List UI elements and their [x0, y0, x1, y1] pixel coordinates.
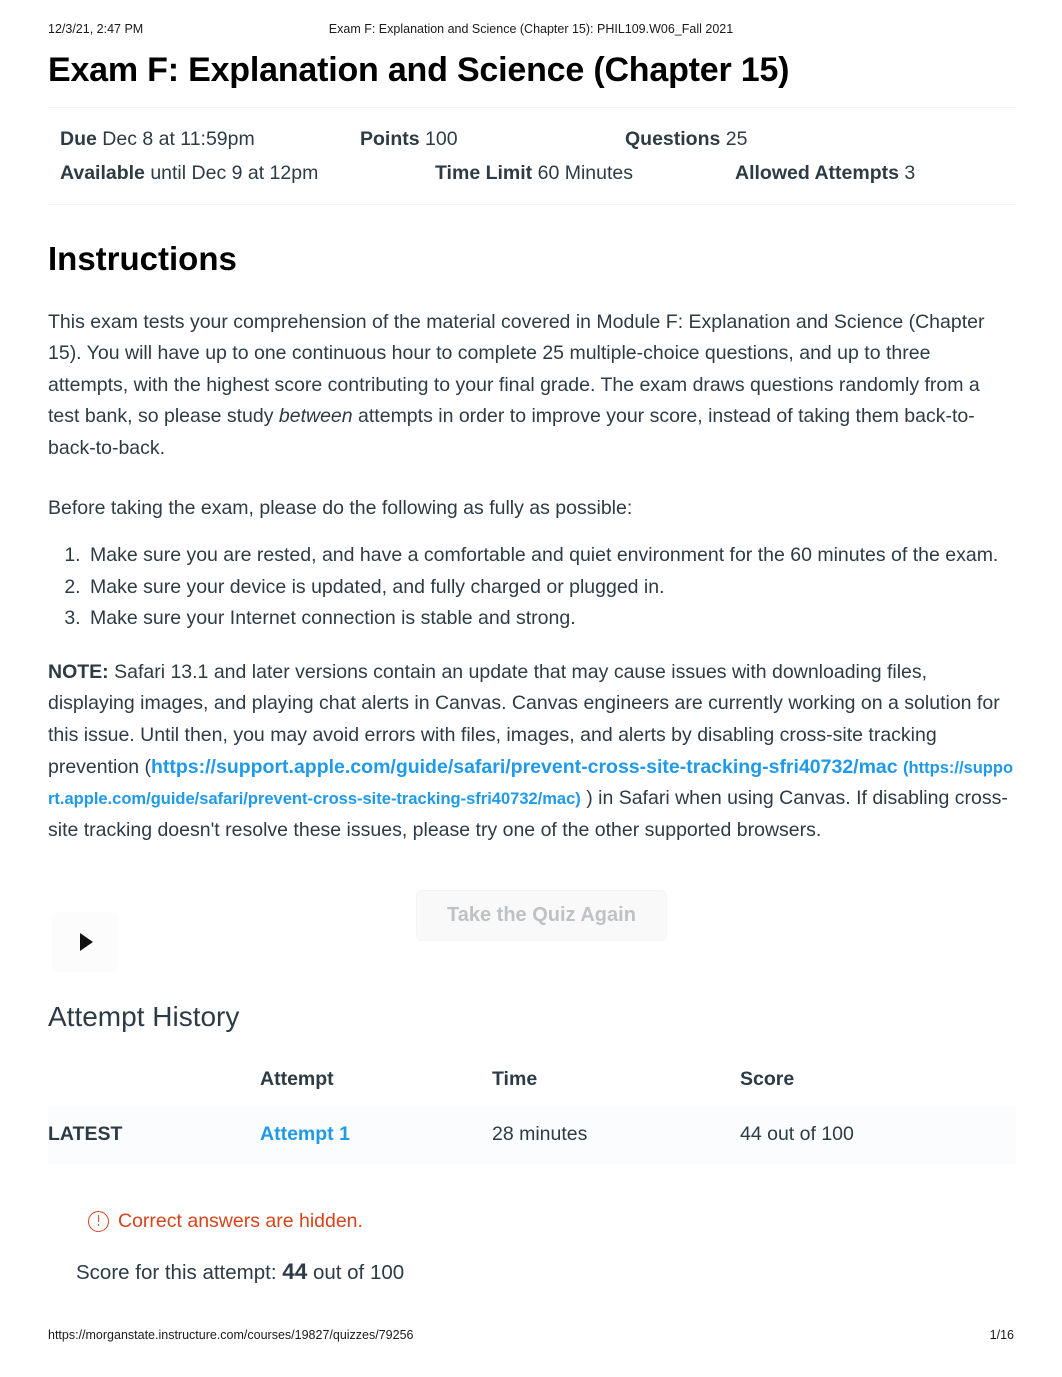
column-header-attempt: Attempt	[260, 1067, 334, 1090]
attempt-1-link[interactable]: Attempt 1	[260, 1123, 350, 1145]
meta-points-label: Points	[360, 127, 420, 150]
answers-hidden-notice: Correct answers are hidden.	[88, 1210, 1016, 1233]
meta-available-value: until Dec 9 at 12pm	[150, 161, 319, 184]
meta-due-label: Due	[60, 127, 97, 150]
meta-time-limit: Time Limit 60 Minutes	[435, 156, 735, 190]
divider-bottom	[48, 204, 1016, 206]
play-triangle-icon	[79, 933, 93, 952]
cell-status: LATEST	[48, 1106, 260, 1164]
attempt-history-body: LATEST Attempt 1 28 minutes 44 out of 10…	[48, 1106, 1016, 1164]
meta-time-limit-label: Time Limit	[435, 161, 533, 184]
quiz-meta-row-2: Available until Dec 9 at 12pm Time Limit…	[60, 156, 1004, 190]
list-item: Make sure you are rested, and have a com…	[86, 540, 1016, 572]
column-header-score: Score	[740, 1067, 795, 1090]
print-header-title: Exam F: Explanation and Science (Chapter…	[328, 22, 734, 36]
meta-available-label: Available	[60, 161, 145, 184]
meta-allowed-attempts-label: Allowed Attempts	[735, 161, 899, 184]
attempt-score-suffix: out of 100	[307, 1260, 405, 1284]
instructions-paragraph-2: Before taking the exam, please do the fo…	[48, 496, 633, 519]
attempt-score-prefix: Score for this attempt:	[76, 1260, 283, 1284]
print-footer-page: 1/16	[989, 1328, 1014, 1342]
answers-hidden-text: Correct answers are hidden.	[118, 1209, 363, 1232]
instructions-paragraph-1: This exam tests your comprehension of th…	[48, 307, 1016, 465]
column-header-status	[48, 1062, 260, 1107]
list-item: Make sure your device is updated, and fu…	[86, 572, 1016, 604]
column-header-time: Time	[492, 1067, 538, 1090]
attempt-history-head: Attempt Time Score	[48, 1062, 1016, 1107]
cell-time: 28 minutes	[492, 1106, 740, 1164]
instructions-p1-italic: between	[278, 405, 353, 428]
safari-tracking-link-text: https://support.apple.com/guide/safari/p…	[150, 755, 898, 778]
page-title: Exam F: Explanation and Science (Chapter…	[48, 51, 790, 89]
table-row: LATEST Attempt 1 28 minutes 44 out of 10…	[48, 1106, 1016, 1164]
meta-questions-value: 25	[725, 127, 748, 150]
exclamation-circle-icon	[88, 1210, 109, 1232]
quiz-meta-row-1: Due Dec 8 at 11:59pm Points 100 Question…	[60, 122, 1004, 156]
cell-score: 44 out of 100	[740, 1106, 1016, 1164]
play-button[interactable]	[52, 912, 118, 973]
print-header: 12/3/21, 2:47 PM Exam F: Explanation and…	[0, 22, 1062, 38]
attempt-history-heading: Attempt History	[48, 1001, 240, 1033]
meta-questions: Questions 25	[625, 122, 747, 156]
cell-attempt: Attempt 1	[260, 1106, 492, 1164]
meta-allowed-attempts-value: 3	[904, 161, 916, 184]
meta-due: Due Dec 8 at 11:59pm	[60, 122, 360, 156]
instructions-heading: Instructions	[48, 240, 237, 278]
note-label: NOTE:	[48, 660, 109, 683]
attempt-score-line: Score for this attempt: 44 out of 100	[76, 1259, 1016, 1285]
list-item: Make sure your Internet connection is st…	[86, 603, 1016, 635]
meta-time-limit-value: 60 Minutes	[537, 161, 633, 184]
instructions-note: NOTE: Safari 13.1 and later versions con…	[48, 657, 1016, 846]
quiz-content: Exam F: Explanation and Science (Chapter…	[48, 50, 1016, 1285]
meta-points-value: 100	[425, 127, 458, 150]
meta-due-value: Dec 8 at 11:59pm	[102, 127, 255, 150]
meta-allowed-attempts: Allowed Attempts 3	[735, 156, 915, 190]
quiz-print-page: 12/3/21, 2:47 PM Exam F: Explanation and…	[0, 0, 1062, 1377]
print-footer-url: https://morganstate.instructure.com/cour…	[48, 1328, 414, 1342]
attempt-score-value: 44	[282, 1258, 308, 1284]
table-header-row: Attempt Time Score	[48, 1062, 1016, 1107]
take-quiz-again-button[interactable]: Take the Quiz Again	[416, 890, 667, 942]
attempt-history-table: Attempt Time Score LATEST Attempt 1 28 m…	[48, 1062, 1016, 1164]
instructions-checklist: Make sure you are rested, and have a com…	[48, 540, 1016, 635]
meta-questions-label: Questions	[625, 127, 721, 150]
quiz-meta: Due Dec 8 at 11:59pm Points 100 Question…	[48, 108, 1016, 204]
print-footer: https://morganstate.instructure.com/cour…	[0, 1328, 1062, 1344]
meta-points: Points 100	[360, 122, 625, 156]
quiz-actions: Take the Quiz Again	[48, 880, 1016, 1000]
meta-available: Available until Dec 9 at 12pm	[60, 156, 435, 190]
